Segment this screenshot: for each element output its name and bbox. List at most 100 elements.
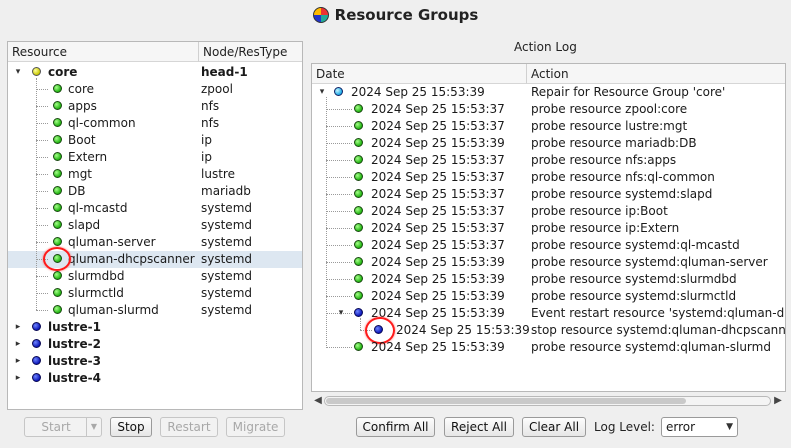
log-entry-row[interactable]: 2024 Sep 25 15:53:39 stop resource system… [312, 317, 785, 344]
log-date: 2024 Sep 25 15:53:39 [371, 289, 505, 303]
action-log-label: Action Log [514, 40, 577, 54]
action-log-horizontal-scrollbar[interactable]: ◀ ▶ [312, 393, 784, 409]
reject-all-button[interactable]: Reject All [444, 417, 514, 437]
log-entry-row[interactable]: 2024 Sep 25 15:53:39 probe resource syste… [312, 271, 785, 288]
log-action: probe resource ip:Boot [531, 204, 668, 218]
tree-resource-row[interactable]: ql-mcastd systemd [8, 200, 302, 217]
app-globe-icon [312, 7, 329, 23]
log-entry-row[interactable]: 2024 Sep 25 15:53:37 probe resource nfs:q… [312, 169, 785, 186]
chevron-down-icon: ▼ [726, 422, 733, 432]
resource-type: systemd [201, 286, 252, 300]
resource-type: systemd [201, 303, 252, 317]
tree-resource-row[interactable]: qluman-dhcpscanner systemd [8, 247, 302, 271]
tree-connector [36, 191, 48, 192]
tree-resource-row[interactable]: Boot ip [8, 132, 302, 149]
restart-button[interactable]: Restart [160, 417, 218, 437]
log-entry-row[interactable]: 2024 Sep 25 15:53:37 probe resource ip:Ex… [312, 220, 785, 237]
log-entry-row[interactable]: 2024 Sep 25 15:53:37 probe resource zpool… [312, 101, 785, 118]
column-header-resource[interactable]: Resource [8, 42, 198, 62]
column-header-date[interactable]: Date [312, 64, 526, 84]
resource-name: slurmdbd [68, 269, 125, 283]
chevron-right-icon[interactable]: ▸ [13, 319, 23, 336]
status-yellow-icon [32, 67, 41, 76]
log-action: Event restart resource 'systemd:qluman-d [531, 306, 785, 320]
log-entry-row[interactable]: 2024 Sep 25 15:53:37 probe resource ip:Bo… [312, 203, 785, 220]
tree-connector [360, 318, 361, 330]
column-header-node[interactable]: Node/ResType [198, 42, 302, 62]
tree-resource-row[interactable]: DB mariadb [8, 183, 302, 200]
resource-type: lustre [201, 167, 235, 181]
log-entry-row[interactable]: 2024 Sep 25 15:53:37 probe resource syste… [312, 186, 785, 203]
tree-resource-row[interactable]: ql-common nfs [8, 115, 302, 132]
log-level-value: error [666, 420, 696, 434]
chevron-down-icon[interactable]: ▼ [86, 418, 101, 436]
status-green-icon [354, 121, 363, 130]
log-date: 2024 Sep 25 15:53:37 [371, 238, 505, 252]
tree-connector [326, 296, 352, 297]
log-date: 2024 Sep 25 15:53:39 [396, 323, 530, 337]
tree-resource-row[interactable]: apps nfs [8, 98, 302, 115]
tree-connector [326, 279, 352, 280]
log-entry-row[interactable]: 2024 Sep 25 15:53:39 probe resource maria… [312, 135, 785, 152]
migrate-button[interactable]: Migrate [226, 417, 285, 437]
log-date: 2024 Sep 25 15:53:39 [371, 306, 505, 320]
scroll-left-icon[interactable]: ◀ [312, 393, 324, 409]
tree-resource-row[interactable]: slapd systemd [8, 217, 302, 234]
status-green-icon [354, 291, 363, 300]
tree-group-row[interactable]: ▸ lustre-2 [8, 336, 302, 353]
tree-connector [36, 225, 48, 226]
resource-type: zpool [201, 82, 233, 96]
log-entry-row[interactable]: 2024 Sep 25 15:53:39 probe resource syste… [312, 254, 785, 271]
log-action: probe resource nfs:apps [531, 153, 677, 167]
clear-all-button[interactable]: Clear All [522, 417, 586, 437]
resource-type: nfs [201, 99, 220, 113]
log-level-select[interactable]: error ▼ [661, 417, 738, 437]
log-entry-row[interactable]: 2024 Sep 25 15:53:39 probe resource syste… [312, 288, 785, 305]
status-green-icon [354, 189, 363, 198]
chevron-right-icon[interactable]: ▸ [13, 370, 23, 387]
log-entry-row[interactable]: ▾ 2024 Sep 25 15:53:39 Repair for Resource… [312, 84, 785, 101]
tree-group-row[interactable]: ▸ lustre-4 [8, 370, 302, 387]
chevron-right-icon[interactable]: ▸ [13, 353, 23, 370]
log-entry-row[interactable]: 2024 Sep 25 15:53:37 probe resource syste… [312, 237, 785, 254]
resource-name: core [68, 82, 94, 96]
chevron-down-icon[interactable]: ▾ [336, 305, 346, 322]
tree-connector [36, 174, 48, 175]
status-blue-icon [32, 373, 41, 382]
tree-group-row[interactable]: ▸ lustre-3 [8, 353, 302, 370]
tree-resource-row[interactable]: Extern ip [8, 149, 302, 166]
column-header-action[interactable]: Action [526, 64, 785, 84]
log-action: probe resource mariadb:DB [531, 136, 697, 150]
start-button[interactable]: Start ▼ [24, 417, 102, 437]
tree-resource-row[interactable]: slurmctld systemd [8, 285, 302, 302]
tree-connector [326, 245, 352, 246]
scroll-thumb[interactable] [326, 398, 686, 404]
status-green-icon [53, 135, 62, 144]
log-date: 2024 Sep 25 15:53:37 [371, 170, 505, 184]
tree-resource-row[interactable]: slurmdbd systemd [8, 268, 302, 285]
tree-resource-row[interactable]: qluman-slurmd systemd [8, 302, 302, 319]
group-name: lustre-2 [48, 337, 101, 351]
stop-button[interactable]: Stop [110, 417, 152, 437]
scroll-track[interactable] [324, 396, 771, 406]
confirm-all-button[interactable]: Confirm All [356, 417, 435, 437]
status-green-icon [53, 237, 62, 246]
scroll-right-icon[interactable]: ▶ [772, 393, 784, 409]
chevron-down-icon[interactable]: ▾ [13, 64, 23, 81]
log-entry-row[interactable]: 2024 Sep 25 15:53:37 probe resource lustr… [312, 118, 785, 135]
log-entry-row[interactable]: 2024 Sep 25 15:53:37 probe resource nfs:a… [312, 152, 785, 169]
tree-resource-row[interactable]: core zpool [8, 81, 302, 98]
chevron-right-icon[interactable]: ▸ [13, 336, 23, 353]
status-green-icon [354, 104, 363, 113]
tree-group-row[interactable]: ▾ core head-1 [8, 64, 302, 81]
tree-group-row[interactable]: ▸ lustre-1 [8, 319, 302, 336]
status-blue-icon [354, 308, 363, 317]
status-green-icon [354, 155, 363, 164]
log-entry-row[interactable]: 2024 Sep 25 15:53:39 probe resource syste… [312, 339, 785, 356]
action-log-tree[interactable]: Date Action ▾ 2024 Sep 25 15:53:39 Repair … [311, 63, 786, 392]
resource-tree[interactable]: Resource Node/ResType ▾ core head-1 core zpo… [7, 41, 303, 410]
tree-resource-row[interactable]: mgt lustre [8, 166, 302, 183]
log-action: probe resource systemd:slurmdbd [531, 272, 737, 286]
status-blue-icon [32, 322, 41, 331]
log-action: probe resource systemd:slapd [531, 187, 713, 201]
